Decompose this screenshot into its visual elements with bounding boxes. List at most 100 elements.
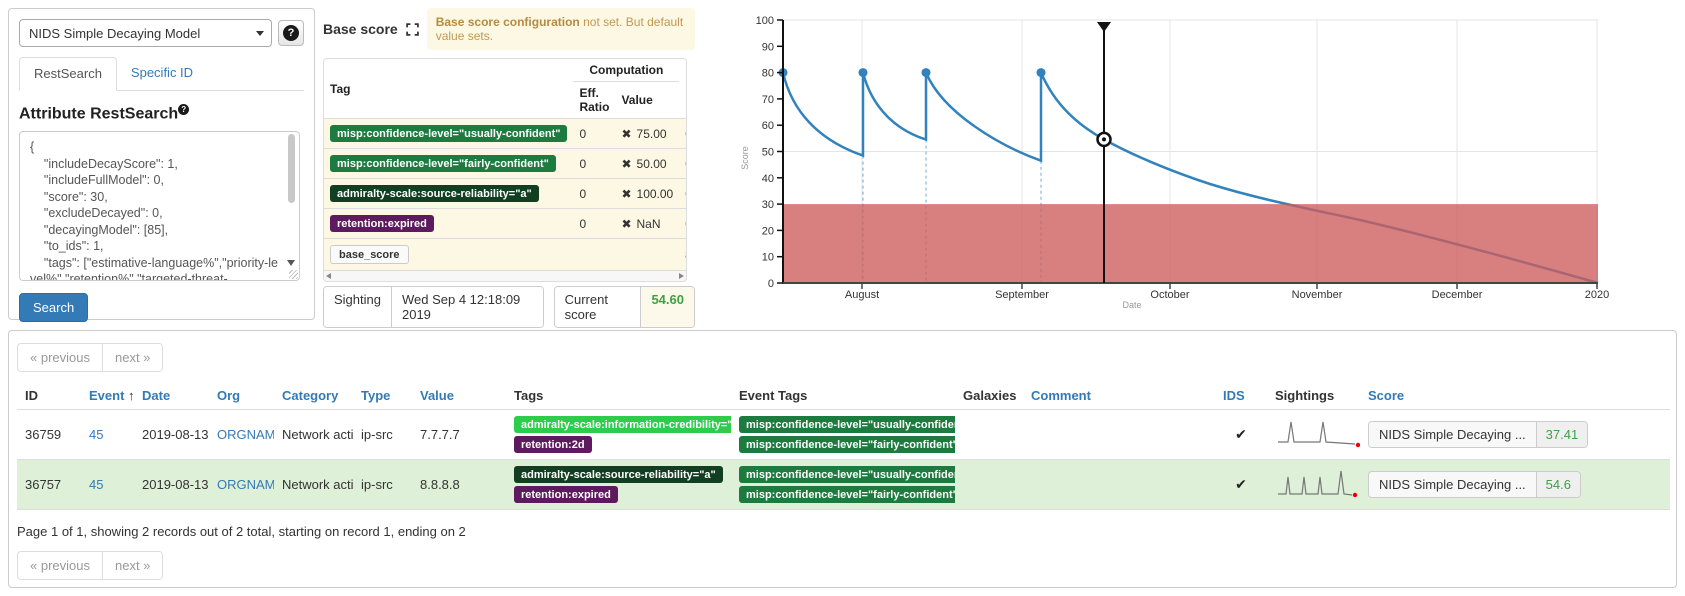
- svg-text:60: 60: [762, 120, 774, 132]
- col-score[interactable]: Score: [1360, 382, 1670, 410]
- sightings-sparkline: [1267, 410, 1360, 460]
- search-tabs: RestSearch Specific ID: [19, 57, 304, 91]
- event-tag-badge[interactable]: misp:confidence-level="usually-confident…: [739, 416, 955, 433]
- base-score-total-row: base_score 80.00: [324, 239, 687, 271]
- model-help-button[interactable]: ?: [278, 20, 304, 46]
- col-comment[interactable]: Comment: [1023, 382, 1215, 410]
- event-link[interactable]: 45: [89, 427, 103, 442]
- event-tag-badge[interactable]: misp:confidence-level="fairly-confident": [739, 486, 955, 503]
- col-value[interactable]: Value: [412, 382, 506, 410]
- attr-id: 36759: [17, 410, 81, 460]
- cursor-handle-icon: [1097, 22, 1111, 32]
- org-link[interactable]: ORGNAME: [217, 477, 274, 492]
- scroll-right-arrow-icon[interactable]: [679, 273, 684, 279]
- sighting-label: Sighting: [324, 287, 391, 327]
- col-category[interactable]: Category: [274, 382, 353, 410]
- col-event-tags: Event Tags: [731, 382, 955, 410]
- org-link[interactable]: ORGNAME: [217, 427, 274, 442]
- svg-text:2020: 2020: [1585, 289, 1609, 301]
- expand-icon[interactable]: [406, 23, 419, 36]
- attr-id: 36757: [17, 460, 81, 510]
- event-tag-badge[interactable]: misp:confidence-level="usually-confident…: [739, 466, 955, 483]
- eff-ratio-value: 0: [573, 149, 615, 179]
- svg-text:December: December: [1432, 289, 1483, 301]
- tab-specific-id[interactable]: Specific ID: [117, 57, 207, 90]
- score-widget[interactable]: NIDS Simple Decaying ... 37.41: [1368, 421, 1588, 448]
- tag-badge[interactable]: retention:expired: [514, 486, 618, 503]
- svg-text:100: 100: [756, 15, 774, 27]
- scrollbar-thumb[interactable]: [288, 134, 295, 203]
- heading-help-icon[interactable]: ?: [178, 104, 189, 115]
- table-row: 36757 45 2019-08-13 ORGNAME Network acti…: [17, 460, 1670, 510]
- pagination-bottom: « previous next »: [17, 551, 163, 580]
- multiply-icon: ✖: [621, 217, 631, 231]
- tag-badge: retention:expired: [330, 215, 434, 232]
- multiply-icon: ✖: [621, 187, 631, 201]
- decaying-model-select[interactable]: NIDS Simple Decaying Model: [19, 19, 272, 47]
- attributes-table: ID Event ↑ Date Org Category Type Value …: [17, 382, 1670, 510]
- base-score-badge: base_score: [330, 245, 409, 264]
- attr-comment: [1023, 410, 1215, 460]
- tag-badge[interactable]: retention:2d: [514, 436, 592, 453]
- sparkline-end-dot: [1353, 493, 1357, 497]
- col-galaxies: Galaxies: [955, 382, 1023, 410]
- base-score-result: 80.00: [679, 239, 687, 271]
- table-horizontal-scrollbar[interactable]: [323, 271, 687, 282]
- col-tags: Tags: [506, 382, 731, 410]
- tag-numerical-value: 75.00: [637, 127, 667, 141]
- base-score-warning: Base score configuration not set. But de…: [427, 8, 695, 50]
- next-page-button[interactable]: next »: [102, 552, 162, 579]
- sighting-info: Sighting Wed Sep 4 12:18:09 2019: [323, 286, 544, 328]
- col-tag: Tag: [324, 59, 573, 119]
- ids-check-icon: ✔: [1235, 426, 1247, 442]
- scroll-left-arrow-icon[interactable]: [326, 273, 331, 279]
- previous-page-button[interactable]: « previous: [18, 344, 102, 371]
- tag-badge: misp:confidence-level="usually-confident…: [330, 125, 567, 142]
- result-value: 0: [679, 149, 687, 179]
- col-event[interactable]: Event ↑: [81, 382, 134, 410]
- tag-badge[interactable]: admiralty-scale:information-credibility=…: [514, 416, 731, 433]
- attr-type: ip-src: [353, 410, 412, 460]
- col-type[interactable]: Type: [353, 382, 412, 410]
- score-value: 37.41: [1536, 422, 1588, 447]
- col-date[interactable]: Date: [134, 382, 209, 410]
- svg-text:50: 50: [762, 147, 774, 159]
- score-model-name: NIDS Simple Decaying ...: [1369, 422, 1536, 447]
- event-link[interactable]: 45: [89, 477, 103, 492]
- sort-asc-icon: ↑: [128, 388, 134, 403]
- svg-text:70: 70: [762, 94, 774, 106]
- current-score-value: 54.60: [640, 287, 694, 327]
- search-button[interactable]: Search: [19, 293, 88, 322]
- svg-text:30: 30: [762, 199, 774, 211]
- threshold-zone: [784, 204, 1598, 283]
- col-eff-ratio: Eff. Ratio: [573, 82, 615, 119]
- score-value: 54.6: [1536, 472, 1580, 497]
- textarea-resize-grip[interactable]: [289, 270, 298, 279]
- base-score-row: misp:confidence-level="fairly-confident"…: [324, 149, 687, 179]
- tag-badge[interactable]: admiralty-scale:source-reliability="a": [514, 466, 723, 483]
- next-page-button[interactable]: next »: [102, 344, 162, 371]
- tag-badge: admiralty-scale:source-reliability="a": [330, 185, 539, 202]
- score-widget[interactable]: NIDS Simple Decaying ... 54.6: [1368, 471, 1581, 498]
- event-tag-badge[interactable]: misp:confidence-level="fairly-confident": [739, 436, 955, 453]
- pagination-summary: Page 1 of 1, showing 2 records out of 2 …: [17, 524, 1668, 539]
- tab-restsearch[interactable]: RestSearch: [19, 57, 117, 91]
- decay-score-chart[interactable]: 100 90 80 70 60 50 40 30 20 10 0 August …: [700, 8, 1685, 323]
- current-score-label: Current score: [555, 287, 641, 327]
- attr-galaxies: [955, 460, 1023, 510]
- previous-page-button[interactable]: « previous: [18, 552, 102, 579]
- col-org[interactable]: Org: [209, 382, 274, 410]
- attr-galaxies: [955, 410, 1023, 460]
- svg-text:November: November: [1292, 289, 1343, 301]
- query-json-text: { "includeDecayScore": 1, "includeFullMo…: [30, 140, 278, 281]
- textarea-scrollbar[interactable]: [286, 134, 297, 266]
- table-row: 36759 45 2019-08-13 ORGNAME Network acti…: [17, 410, 1670, 460]
- col-value: Value: [615, 82, 679, 119]
- score-model-name: NIDS Simple Decaying ...: [1369, 472, 1536, 497]
- col-ids[interactable]: IDS: [1215, 382, 1267, 410]
- results-panel: « previous next » ID Event ↑ Date Org Ca…: [8, 330, 1677, 588]
- svg-text:40: 40: [762, 173, 774, 185]
- current-score-info: Current score 54.60: [554, 286, 695, 328]
- scrollbar-down-arrow-icon[interactable]: [287, 260, 295, 266]
- restsearch-query-textarea[interactable]: { "includeDecayScore": 1, "includeFullMo…: [19, 131, 300, 281]
